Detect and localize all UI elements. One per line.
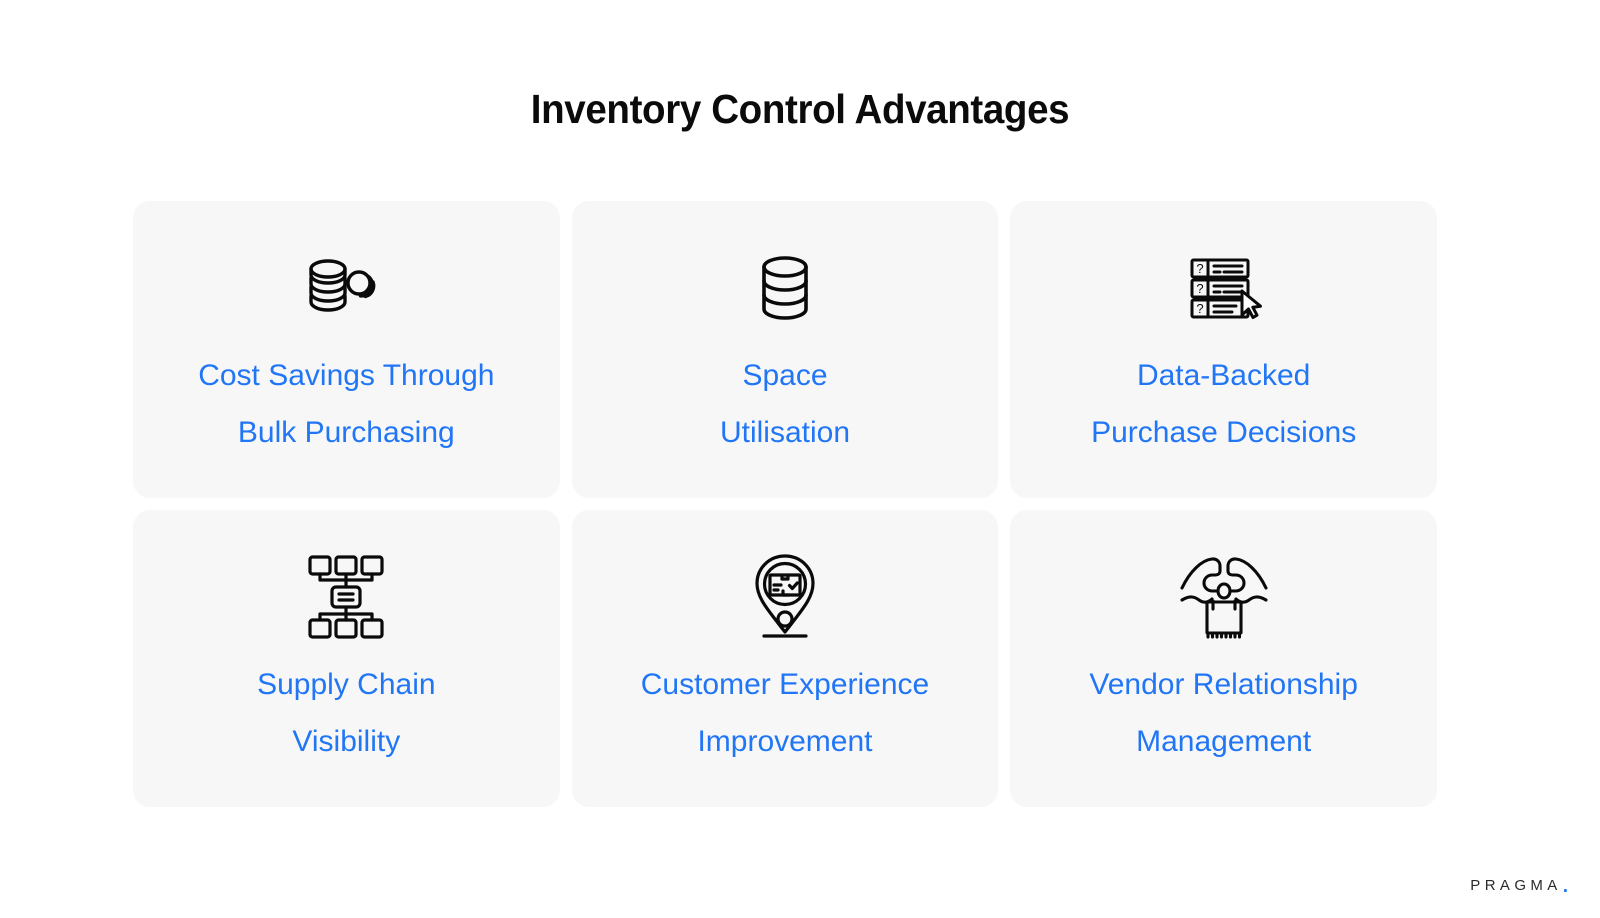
stacked-coins-icon [301,245,391,331]
svg-text:?: ? [1196,261,1203,276]
card-title-line-2: Purchase Decisions [1091,416,1357,449]
card-title-line-2: Bulk Purchasing [237,416,455,449]
card-title-line-2: Visibility [292,725,401,758]
card-title-line-2: Improvement [697,725,873,758]
card-customer-experience[interactable]: Customer Experience Improvement [571,510,999,807]
card-title-line-2: Utilisation [719,416,851,449]
card-title-line-1: Space [742,359,828,392]
card-title-line-1: Customer Experience [640,668,930,701]
card-title-line-1: Cost Savings Through [198,359,495,392]
card-title-line-1: Data-Backed [1136,359,1311,392]
card-title-space-utilisation: Space Utilisation [706,347,864,461]
svg-text:?: ? [1196,301,1203,316]
advantages-grid: Cost Savings Through Bulk Purchasing Spa… [133,201,1437,807]
card-title-line-2: Management [1136,725,1312,758]
brand-dot: . [1562,876,1568,897]
slide-root: Inventory Control Advantages Cost Saving… [0,0,1600,918]
card-title-data-backed: Data-Backed Purchase Decisions [1077,347,1370,461]
pragma-logo: PRAGMA . [1470,876,1568,897]
card-vendor-relationship[interactable]: Vendor Relationship Management [1010,510,1437,807]
network-hierarchy-icon [303,554,389,640]
card-title-line-1: Vendor Relationship [1089,668,1358,701]
page-title: Inventory Control Advantages [530,86,1070,132]
card-title-supply-chain: Supply Chain Visibility [243,656,449,770]
card-title-vendor-relationship: Vendor Relationship Management [1075,656,1372,770]
card-cost-savings[interactable]: Cost Savings Through Bulk Purchasing [133,201,560,498]
map-pin-package-icon [747,554,823,640]
handshake-package-icon [1178,554,1270,640]
card-title-customer-experience: Customer Experience Improvement [627,656,943,770]
svg-text:?: ? [1196,281,1203,296]
database-cylinder-icon [754,245,816,331]
card-data-backed[interactable]: ? ? ? Data-Backed Purchase Decisions [1010,201,1437,498]
card-title-line-1: Supply Chain [257,668,436,701]
card-supply-chain[interactable]: Supply Chain Visibility [133,510,560,807]
card-space-utilisation[interactable]: Space Utilisation [571,201,999,498]
brand-name: PRAGMA [1470,877,1562,894]
card-title-cost-savings: Cost Savings Through Bulk Purchasing [184,347,508,461]
question-list-cursor-icon: ? ? ? [1186,245,1262,331]
